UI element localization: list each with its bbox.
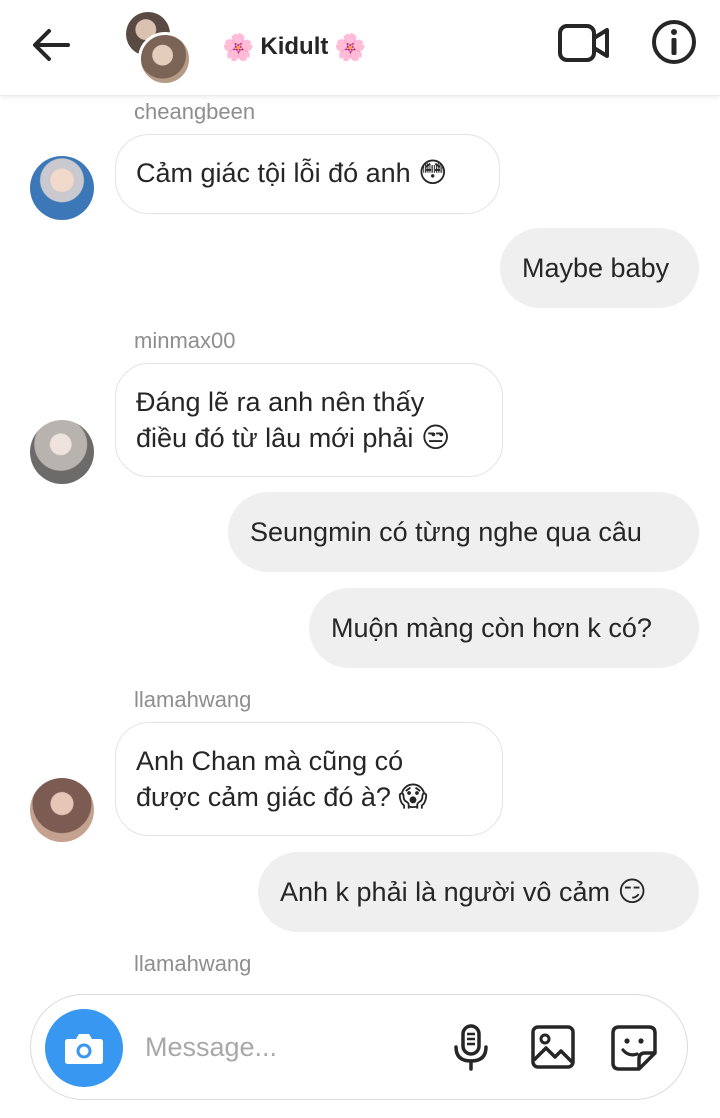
outgoing-message[interactable]: Muộn màng còn hơn k có? <box>309 588 699 668</box>
message-input[interactable] <box>145 1025 425 1069</box>
video-call-button[interactable] <box>556 20 612 66</box>
sender-avatar[interactable] <box>30 420 94 484</box>
info-button[interactable] <box>650 18 698 66</box>
outgoing-message[interactable]: Anh k phải là người vô cảm 😏 <box>258 852 699 932</box>
incoming-message[interactable]: Đáng lẽ ra anh nên thấy điều đó từ lâu m… <box>115 363 503 477</box>
chat-header: 🌸 Kidult 🌸 <box>0 0 720 96</box>
sender-name: cheangbeen <box>134 99 256 124</box>
image-icon <box>531 1025 575 1069</box>
message-text: Cảm giác tội lỗi đó anh <box>136 158 411 188</box>
cherry-blossom-icon: 🌸 <box>334 32 367 62</box>
sender-avatar[interactable] <box>30 778 94 842</box>
message-text: Anh k phải là người vô cảm <box>280 877 610 907</box>
cherry-blossom-icon: 🌸 <box>222 32 255 62</box>
message-text-line: Anh Chan mà cũng có <box>136 746 404 776</box>
member-avatar <box>138 32 192 86</box>
message-text: Maybe baby <box>522 253 670 283</box>
incoming-message[interactable]: Anh Chan mà cũng có được cảm giác đó à? … <box>115 722 503 836</box>
screaming-face-emoji: 😱 <box>398 781 428 812</box>
sender-name: llamahwang <box>134 687 252 712</box>
video-camera-icon <box>558 24 609 62</box>
outgoing-message[interactable]: Maybe baby <box>500 228 699 308</box>
group-avatar[interactable] <box>126 12 192 86</box>
info-icon <box>652 20 696 64</box>
microphone-icon <box>454 1024 488 1071</box>
camera-icon <box>65 1034 103 1064</box>
message-composer <box>30 994 688 1100</box>
back-button[interactable] <box>28 22 74 68</box>
sticker-icon <box>611 1025 657 1071</box>
message-text-line: điều đó từ lâu mới phải <box>136 423 414 453</box>
message-text-line: Đáng lẽ ra anh nên thấy <box>136 387 425 417</box>
sender-name: llamahwang <box>134 951 252 976</box>
gallery-button[interactable] <box>529 1023 577 1071</box>
sender-avatar[interactable] <box>30 156 94 220</box>
camera-button[interactable] <box>45 1009 123 1087</box>
outgoing-message[interactable]: Seungmin có từng nghe qua câu <box>228 492 699 572</box>
voice-message-button[interactable] <box>451 1023 491 1071</box>
incoming-message[interactable]: Cảm giác tội lỗi đó anh 😳 <box>115 134 500 214</box>
chat-title-text: Kidult <box>260 33 329 60</box>
message-text: Muộn màng còn hơn k có? <box>331 613 652 643</box>
arrow-left-icon <box>33 29 70 61</box>
chat-title[interactable]: 🌸 Kidult 🌸 <box>222 28 367 66</box>
smirking-face-emoji: 😏 <box>617 876 647 907</box>
message-text: Seungmin có từng nghe qua câu <box>250 517 642 547</box>
flushed-face-emoji: 😳 <box>418 157 448 188</box>
sender-name: minmax00 <box>134 328 236 353</box>
message-text-line: được cảm giác đó à? <box>136 782 391 812</box>
sticker-button[interactable] <box>609 1023 659 1073</box>
unamused-face-emoji: 😒 <box>420 422 451 453</box>
